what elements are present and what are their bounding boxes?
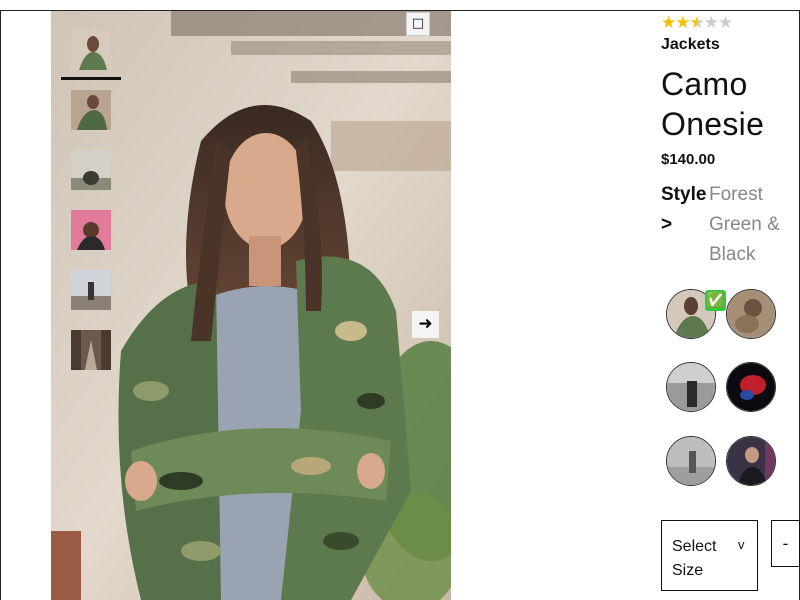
style-label: Style > [661, 184, 707, 235]
thumbnail-1[interactable] [71, 30, 111, 70]
style-swatch-5[interactable] [666, 436, 716, 486]
chevron-down-icon: v [738, 537, 745, 552]
product-price: $140.00 [661, 151, 716, 168]
quantity-decrease-button[interactable]: - [771, 520, 800, 567]
thumbnail-4[interactable] [71, 210, 111, 250]
active-thumbnail-indicator [61, 77, 121, 80]
style-swatch-4[interactable] [726, 362, 776, 412]
thumbnail-3[interactable] [71, 150, 111, 190]
size-select-label: Select Size [672, 538, 717, 579]
half-star-icon: ★ [689, 13, 705, 33]
selected-check-icon: ✅ [705, 290, 726, 311]
style-swatch-6[interactable] [726, 436, 776, 486]
star-icon: ★ [675, 13, 690, 33]
expand-icon[interactable]: □ [406, 12, 430, 36]
thumbnail-6[interactable] [71, 330, 111, 370]
thumbnail-5[interactable] [71, 270, 111, 310]
thumbnail-2[interactable] [71, 90, 111, 130]
main-product-photo[interactable] [51, 11, 451, 600]
style-swatch-2[interactable] [726, 289, 776, 339]
star-icon: ★ [661, 13, 676, 33]
size-select[interactable]: Select Size v [661, 520, 758, 591]
star-empty-icon: ★ [703, 13, 719, 33]
style-value: Forest Green & Black [709, 184, 780, 265]
next-image-arrow-icon[interactable]: ➜ [412, 311, 439, 338]
star-empty-icon: ★ [718, 13, 733, 33]
style-swatch-3[interactable] [666, 362, 716, 412]
rating-stars: ★★★★★ [661, 13, 733, 33]
product-title: Camo Onesie [661, 66, 765, 142]
product-category[interactable]: Jackets [661, 36, 720, 54]
